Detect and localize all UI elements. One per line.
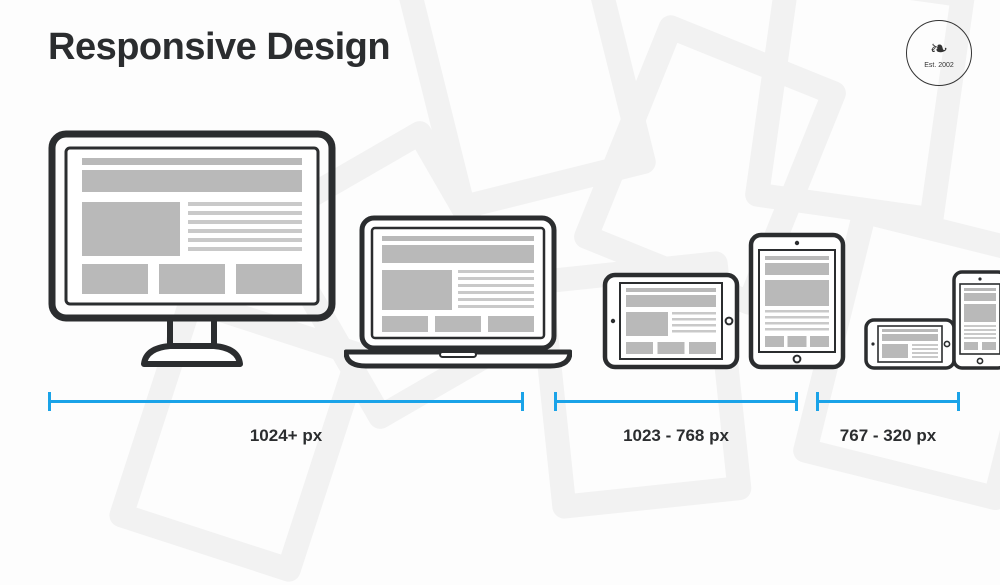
- breakpoint-label: 1023 - 768 px: [554, 426, 798, 446]
- desktop-icon: [48, 130, 336, 370]
- laptop-icon: [344, 214, 572, 370]
- diagram-title: Responsive Design: [48, 26, 390, 69]
- tablet-portrait-icon: [748, 232, 846, 370]
- device-stage: [48, 120, 960, 370]
- brand-logo: ❧ Est. 2002: [906, 20, 972, 86]
- tree-icon: ❧: [930, 38, 948, 60]
- breakpoint-label: 767 - 320 px: [816, 426, 960, 446]
- phone-landscape-icon: [864, 318, 956, 370]
- phone-portrait-icon: [952, 270, 1000, 370]
- tablet-landscape-icon: [602, 272, 740, 370]
- breakpoint-label: 1024+ px: [48, 426, 524, 446]
- logo-bottom-text: Est. 2002: [924, 62, 954, 69]
